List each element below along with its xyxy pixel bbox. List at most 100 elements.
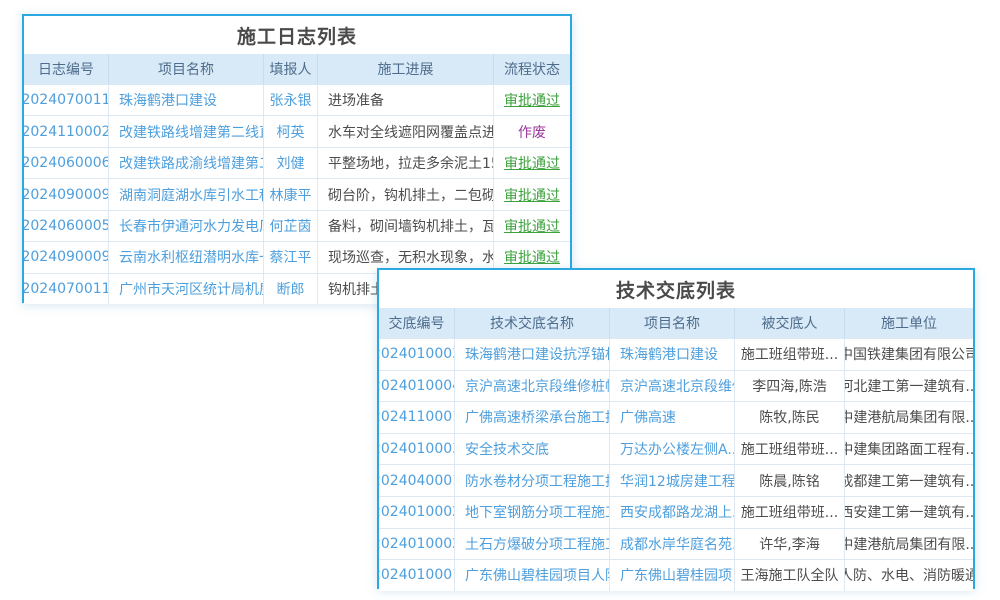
table-row: 2024090009 湖南洞庭湖水库引水工程... 林康平 砌台阶，钩机排土，二…: [24, 178, 570, 209]
progress-text: 砌台阶，钩机排土，二包砌...: [318, 179, 494, 209]
disclosure-id-link[interactable]: 2024010003: [379, 434, 455, 465]
unit-text: 中建集团路面工程有...: [845, 434, 973, 465]
project-name-link[interactable]: 改建铁路成渝线增建第二...: [109, 148, 264, 178]
reporter-link[interactable]: 蔡江平: [264, 242, 318, 272]
unit-text: 中国铁建集团有限公司: [845, 339, 973, 370]
table-row: 2024060005 长春市伊通河水力发电厂... 何芷茵 备料，砌间墙钩机排土…: [24, 210, 570, 241]
project-name-link[interactable]: 华润12城房建工程...: [610, 465, 735, 496]
log-header-project: 项目名称: [109, 54, 264, 84]
table-row: 2024010004 京沪高速北京段维修桩帽... 京沪高速北京段维修 李四海,…: [379, 370, 973, 402]
table-row: 2024010003 安全技术交底 万达办公楼左侧A... 施工班组带班... …: [379, 433, 973, 465]
log-header-progress: 施工进展: [318, 54, 494, 84]
technical-disclosure-table: 技术交底列表 交底编号 技术交底名称 项目名称 被交底人 施工单位 202401…: [377, 268, 975, 589]
disclosure-name-link[interactable]: 安全技术交底: [455, 434, 610, 465]
project-name-link[interactable]: 万达办公楼左侧A...: [610, 434, 735, 465]
log-id-link[interactable]: 2024060005: [24, 211, 109, 241]
log-header-reporter: 填报人: [264, 54, 318, 84]
status-link[interactable]: 审批通过: [494, 148, 570, 178]
progress-text: 平整场地，拉走多余泥土15...: [318, 148, 494, 178]
disc-header-name: 技术交底名称: [455, 308, 610, 338]
log-table-title: 施工日志列表: [24, 16, 570, 54]
table-row: 2024060006 改建铁路成渝线增建第二... 刘健 平整场地，拉走多余泥土…: [24, 147, 570, 178]
project-name-link[interactable]: 云南水利枢纽潜明水库一...: [109, 242, 264, 272]
reporter-link[interactable]: 刘健: [264, 148, 318, 178]
disclosure-id-link[interactable]: 2024010001: [379, 560, 455, 591]
receiver-text: 王海施工队全队: [735, 560, 845, 591]
disclosure-name-link[interactable]: 防水卷材分项工程施工技...: [455, 465, 610, 496]
receiver-text: 陈牧,陈民: [735, 402, 845, 433]
status-link[interactable]: 审批通过: [494, 211, 570, 241]
table-row: 2024010001 广东佛山碧桂园项目人防... 广东佛山碧桂园项目 王海施工…: [379, 559, 973, 591]
progress-text: 水车对全线遮阳网覆盖点进...: [318, 116, 494, 146]
disc-header-id: 交底编号: [379, 308, 455, 338]
receiver-text: 李四海,陈浩: [735, 371, 845, 402]
log-table-header-row: 日志编号 项目名称 填报人 施工进展 流程状态: [24, 54, 570, 84]
disclosure-name-link[interactable]: 广佛高速桥梁承台施工技...: [455, 402, 610, 433]
progress-text: 进场准备: [318, 85, 494, 115]
receiver-text: 施工班组带班...: [735, 497, 845, 528]
receiver-text: 许华,李海: [735, 529, 845, 560]
log-header-status: 流程状态: [494, 54, 570, 84]
table-row: 2024010002 地下室钢筋分项工程施工... 西安成都路龙湖上... 施工…: [379, 496, 973, 528]
unit-text: 中建港航局集团有限...: [845, 402, 973, 433]
project-name-link[interactable]: 西安成都路龙湖上...: [610, 497, 735, 528]
project-name-link[interactable]: 湖南洞庭湖水库引水工程...: [109, 179, 264, 209]
table-row: 2024110001 广佛高速桥梁承台施工技... 广佛高速 陈牧,陈民 中建港…: [379, 401, 973, 433]
project-name-link[interactable]: 改建铁路线增建第二线直...: [109, 116, 264, 146]
disclosure-table-header-row: 交底编号 技术交底名称 项目名称 被交底人 施工单位: [379, 308, 973, 338]
receiver-text: 陈晨,陈铭: [735, 465, 845, 496]
disclosure-name-link[interactable]: 京沪高速北京段维修桩帽...: [455, 371, 610, 402]
status-link[interactable]: 作废: [494, 116, 570, 146]
project-name-link[interactable]: 广东佛山碧桂园项目: [610, 560, 735, 591]
project-name-link[interactable]: 长春市伊通河水力发电厂...: [109, 211, 264, 241]
disclosure-name-link[interactable]: 土石方爆破分项工程施工...: [455, 529, 610, 560]
status-link[interactable]: 审批通过: [494, 179, 570, 209]
log-id-link[interactable]: 2024070011: [24, 85, 109, 115]
disclosure-id-link[interactable]: 2024010002: [379, 529, 455, 560]
reporter-link[interactable]: 柯英: [264, 116, 318, 146]
disc-header-project: 项目名称: [610, 308, 735, 338]
unit-text: 河北建工第一建筑有...: [845, 371, 973, 402]
disclosure-name-link[interactable]: 地下室钢筋分项工程施工...: [455, 497, 610, 528]
disclosure-id-link[interactable]: 2024010004: [379, 371, 455, 402]
table-row: 2024010002 土石方爆破分项工程施工... 成都水岸华庭名苑... 许华…: [379, 528, 973, 560]
log-id-link[interactable]: 2024090009: [24, 242, 109, 272]
unit-text: 中建港航局集团有限...: [845, 529, 973, 560]
unit-text: 人防、水电、消防暖通: [845, 560, 973, 591]
reporter-link[interactable]: 何芷茵: [264, 211, 318, 241]
log-id-link[interactable]: 2024090009: [24, 179, 109, 209]
project-name-link[interactable]: 珠海鹤港口建设: [109, 85, 264, 115]
reporter-link[interactable]: 林康平: [264, 179, 318, 209]
log-id-link[interactable]: 2024060006: [24, 148, 109, 178]
reporter-link[interactable]: 张永银: [264, 85, 318, 115]
progress-text: 备料，砌间墙钩机排土，瓦...: [318, 211, 494, 241]
project-name-link[interactable]: 广州市天河区统计局机房...: [109, 274, 264, 304]
status-link[interactable]: 审批通过: [494, 85, 570, 115]
disclosure-name-link[interactable]: 珠海鹤港口建设抗浮锚杆...: [455, 339, 610, 370]
unit-text: 西安建工第一建筑有...: [845, 497, 973, 528]
disc-header-unit: 施工单位: [845, 308, 973, 338]
log-id-link[interactable]: 2024070011: [24, 274, 109, 304]
disclosure-id-link[interactable]: 2024110001: [379, 402, 455, 433]
table-row: 2024010003 珠海鹤港口建设抗浮锚杆... 珠海鹤港口建设 施工班组带班…: [379, 338, 973, 370]
table-row: 2024070011 珠海鹤港口建设 张永银 进场准备 审批通过: [24, 84, 570, 115]
project-name-link[interactable]: 广佛高速: [610, 402, 735, 433]
unit-text: 成都建工第一建筑有...: [845, 465, 973, 496]
receiver-text: 施工班组带班...: [735, 434, 845, 465]
reporter-link[interactable]: 断郎: [264, 274, 318, 304]
table-row: 2024040001 防水卷材分项工程施工技... 华润12城房建工程... 陈…: [379, 464, 973, 496]
project-name-link[interactable]: 京沪高速北京段维修: [610, 371, 735, 402]
disclosure-id-link[interactable]: 2024040001: [379, 465, 455, 496]
disclosure-id-link[interactable]: 2024010003: [379, 339, 455, 370]
project-name-link[interactable]: 成都水岸华庭名苑...: [610, 529, 735, 560]
construction-log-table: 施工日志列表 日志编号 项目名称 填报人 施工进展 流程状态 202407001…: [22, 14, 572, 303]
disclosure-name-link[interactable]: 广东佛山碧桂园项目人防...: [455, 560, 610, 591]
log-header-id: 日志编号: [24, 54, 109, 84]
disclosure-table-title: 技术交底列表: [379, 270, 973, 308]
disc-header-receiver: 被交底人: [735, 308, 845, 338]
disclosure-id-link[interactable]: 2024010002: [379, 497, 455, 528]
table-row: 2024110002 改建铁路线增建第二线直... 柯英 水车对全线遮阳网覆盖点…: [24, 115, 570, 146]
log-id-link[interactable]: 2024110002: [24, 116, 109, 146]
project-name-link[interactable]: 珠海鹤港口建设: [610, 339, 735, 370]
receiver-text: 施工班组带班...: [735, 339, 845, 370]
